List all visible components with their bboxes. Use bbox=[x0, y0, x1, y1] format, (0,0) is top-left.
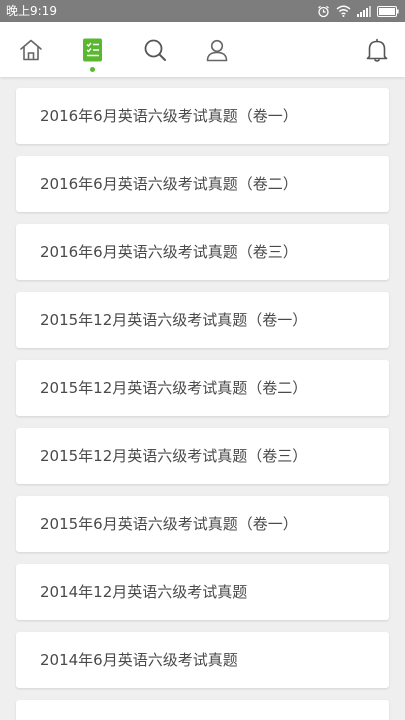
battery-icon bbox=[377, 5, 399, 17]
exam-title: 2014年6月英语六级考试真题 bbox=[40, 651, 238, 669]
alarm-icon bbox=[317, 5, 330, 18]
search-icon[interactable] bbox=[142, 37, 168, 63]
exam-title: 2016年6月英语六级考试真题（卷二） bbox=[40, 175, 298, 193]
exam-list-item[interactable]: 2015年12月英语六级考试真题（卷二） bbox=[16, 360, 389, 416]
exam-title: 2015年6月英语六级考试真题（卷一） bbox=[40, 515, 298, 533]
exam-title: 2015年12月英语六级考试真题（卷三） bbox=[40, 447, 308, 465]
exam-list-item[interactable]: 2015年12月英语六级考试真题（卷一） bbox=[16, 292, 389, 348]
status-bar: 晚上9:19 bbox=[0, 0, 405, 22]
signal-icon bbox=[357, 5, 371, 17]
exam-list-item[interactable]: 2015年6月英语六级考试真题（卷一） bbox=[16, 496, 389, 552]
exam-title: 2016年6月英语六级考试真题（卷三） bbox=[40, 243, 298, 261]
wifi-icon bbox=[336, 5, 351, 17]
status-time: 晚上9:19 bbox=[6, 4, 57, 18]
exam-title: 2015年12月英语六级考试真题（卷二） bbox=[40, 379, 308, 397]
exam-list-item[interactable]: 2014年12月英语六级考试真题 bbox=[16, 564, 389, 620]
list-icon[interactable] bbox=[80, 37, 106, 63]
exam-title: 2014年12月英语六级考试真题 bbox=[40, 583, 248, 601]
exam-list-item[interactable]: 2016年6月英语六级考试真题（卷一） bbox=[16, 88, 389, 144]
status-icons bbox=[317, 0, 399, 22]
user-icon[interactable] bbox=[204, 37, 230, 63]
exam-list-item[interactable] bbox=[16, 700, 389, 720]
exam-list-item[interactable]: 2016年6月英语六级考试真题（卷二） bbox=[16, 156, 389, 212]
bell-icon[interactable] bbox=[364, 37, 390, 63]
top-nav-bar bbox=[0, 22, 405, 77]
exam-title: 2016年6月英语六级考试真题（卷一） bbox=[40, 107, 298, 125]
exam-list-item[interactable]: 2015年12月英语六级考试真题（卷三） bbox=[16, 428, 389, 484]
active-tab-indicator bbox=[90, 67, 95, 72]
home-icon[interactable] bbox=[18, 37, 44, 63]
exam-title: 2015年12月英语六级考试真题（卷一） bbox=[40, 311, 308, 329]
exam-list-item[interactable]: 2016年6月英语六级考试真题（卷三） bbox=[16, 224, 389, 280]
exam-list-item[interactable]: 2014年6月英语六级考试真题 bbox=[16, 632, 389, 688]
exam-list: 2016年6月英语六级考试真题（卷一） 2016年6月英语六级考试真题（卷二） … bbox=[0, 77, 405, 720]
